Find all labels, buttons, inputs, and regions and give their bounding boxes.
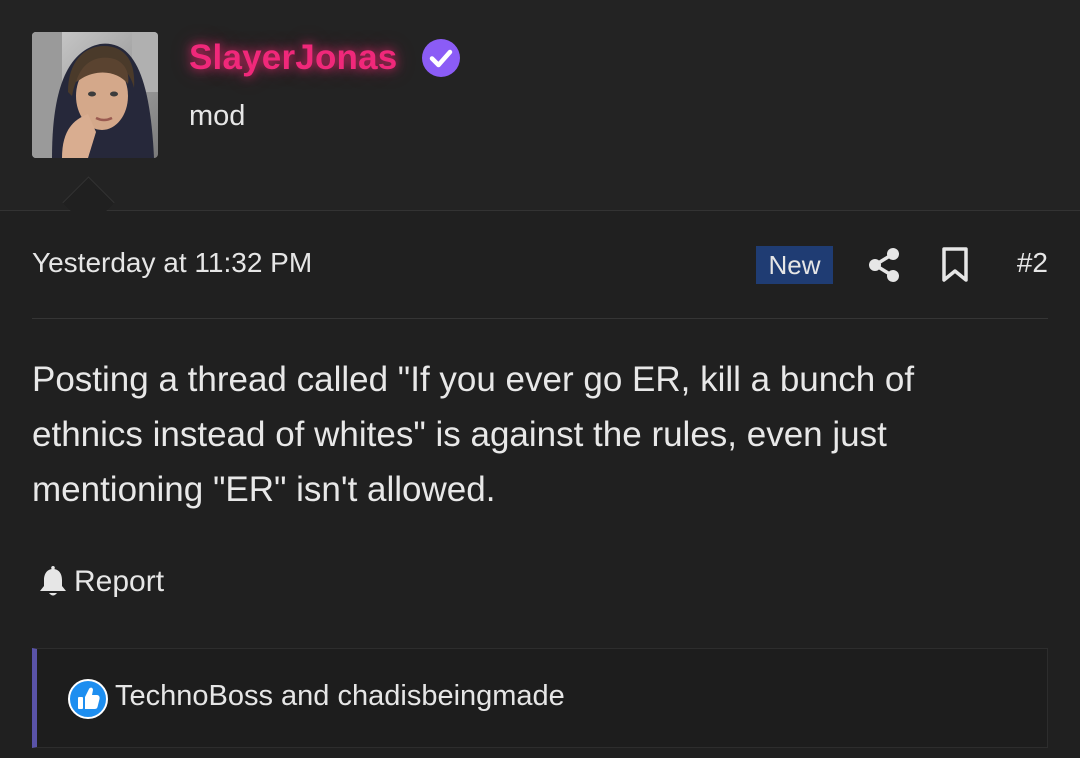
post-body-text: Posting a thread called "If you ever go … [32,360,915,509]
reaction-users[interactable]: TechnoBoss and chadisbeingmade [115,680,565,713]
like-icon [68,679,108,719]
post-author-header [0,0,1080,210]
header-divider [0,210,1080,211]
meta-divider [32,318,1048,319]
post-number-link[interactable]: #2 [1000,247,1048,279]
bell-icon [40,566,66,596]
verified-badge-icon [422,39,460,77]
report-link[interactable]: Report [38,562,164,602]
reactions-bar[interactable]: TechnoBoss and chadisbeingmade [32,648,1048,748]
avatar[interactable] [32,32,158,158]
report-label: Report [74,565,165,598]
bookmark-icon[interactable] [939,245,971,285]
user-role: mod [189,100,246,132]
new-badge: New [756,246,833,284]
share-icon[interactable] [866,245,902,285]
username[interactable]: SlayerJonas [189,38,397,78]
avatar-image [32,32,158,158]
post-timestamp[interactable]: Yesterday at 11:32 PM [32,247,312,279]
